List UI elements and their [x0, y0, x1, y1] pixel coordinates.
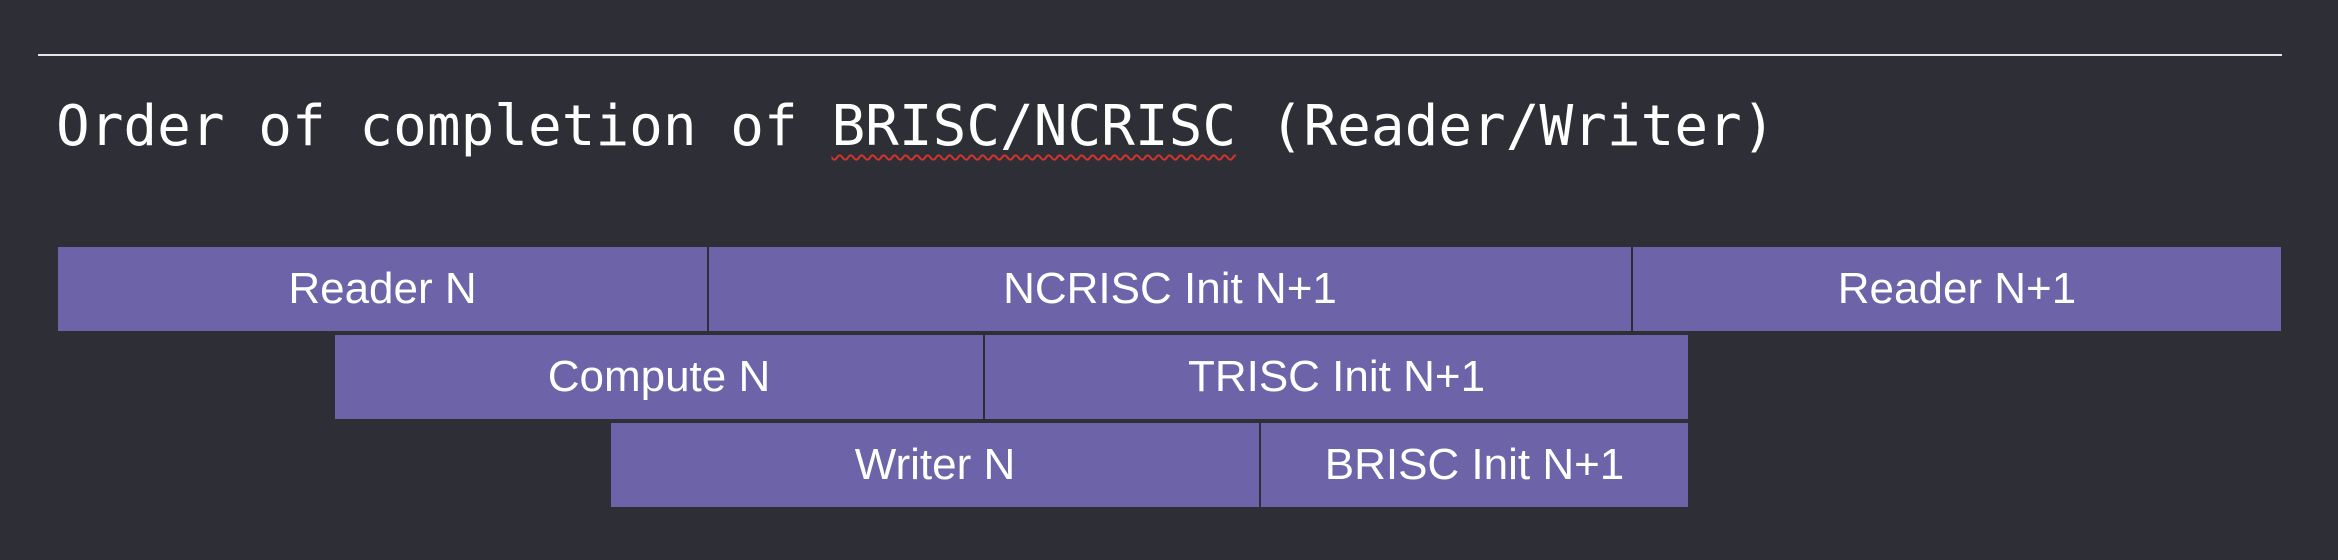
title-suffix: (Reader/Writer): [1236, 94, 1776, 159]
title-flagged-term: BRISC/NCRISC: [831, 94, 1237, 159]
block-ncrisc-init-n1: NCRISC Init N+1: [709, 247, 1631, 331]
block-writer-n: Writer N: [611, 423, 1259, 507]
title-prefix: Order of completion of: [56, 94, 832, 159]
block-brisc-init-n1: BRISC Init N+1: [1261, 423, 1688, 507]
block-compute-n: Compute N: [335, 335, 983, 419]
header-divider: [38, 54, 2282, 56]
page-title: Order of completion of BRISC/NCRISC (Rea…: [56, 88, 1775, 166]
block-trisc-init-n1: TRISC Init N+1: [985, 335, 1688, 419]
block-reader-n: Reader N: [58, 247, 707, 331]
block-reader-n1: Reader N+1: [1633, 247, 2281, 331]
